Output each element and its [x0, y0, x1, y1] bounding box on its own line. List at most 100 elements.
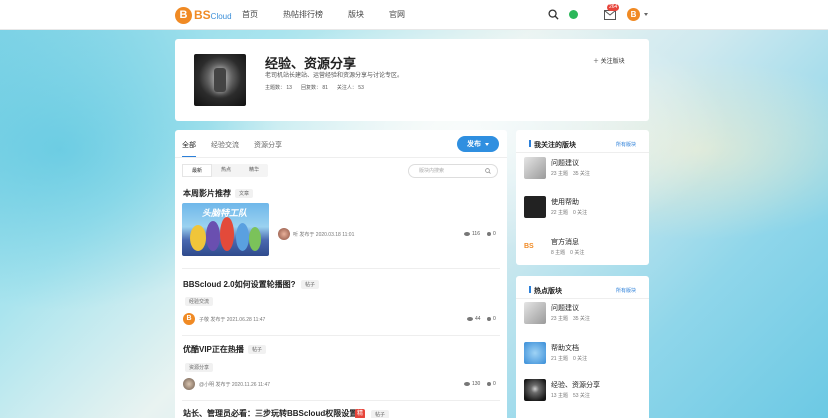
board-counts: 13 主题 53 关注 [551, 393, 590, 399]
view-count: 44 [467, 316, 481, 322]
post-meta: 子敬 发布于 2021.06.28 11:47 [199, 317, 266, 323]
board-thumbnail [524, 342, 546, 364]
stat-replies: 回复数： 81 [300, 85, 328, 91]
site-logo[interactable]: B BSCloud [175, 6, 232, 24]
board-item[interactable]: 问题建议 23 主题 35 关注 [524, 302, 644, 326]
online-status-icon[interactable] [569, 10, 578, 19]
tab-resources[interactable]: 资源分享 [254, 140, 282, 158]
chevron-down-icon[interactable] [644, 13, 648, 16]
sort-latest[interactable]: 最新 [182, 164, 213, 177]
logo-subtext: Cloud [210, 12, 232, 21]
publish-button[interactable]: 发布 [457, 136, 499, 152]
search-icon[interactable] [548, 9, 559, 20]
post-category-tag[interactable]: 资源分享 [185, 363, 214, 372]
board-item[interactable]: BS 官方消息 8 主题 0 关注 [524, 236, 644, 260]
follow-board-button[interactable]: ＋ 关注版块 [593, 56, 625, 65]
post-title[interactable]: BBScloud 2.0如何设置轮播图? [183, 279, 295, 290]
board-search-input[interactable]: 版块内搜索 [408, 164, 498, 178]
logo-mark: B [175, 6, 192, 24]
avatar[interactable] [183, 378, 195, 390]
tab-all[interactable]: 全部 [182, 140, 196, 158]
post-author[interactable]: 听 [293, 232, 298, 238]
comment-count: 0 [487, 381, 496, 387]
eye-icon [464, 382, 470, 386]
forum-description: 老司机站长建站、运营经验和资源分享与讨论专区。 [265, 73, 404, 79]
board-thumbnail [524, 157, 546, 179]
post-meta: 发布于 2020.03.18 11:01 [299, 232, 355, 238]
board-item[interactable]: 经验、资源分享 13 主题 53 关注 [524, 379, 644, 403]
main-nav: 首页 热帖排行榜 版块 官网 [242, 0, 430, 30]
nav-link-official[interactable]: 官网 [389, 0, 405, 30]
message-icon[interactable] [604, 10, 616, 20]
board-counts: 23 主题 35 关注 [551, 316, 590, 322]
board-counts: 8 主题 0 关注 [551, 250, 585, 256]
comment-count: 0 [487, 316, 496, 322]
post-category-tag[interactable]: 经验交流 [185, 297, 214, 306]
board-item[interactable]: 使用帮助 22 主题 0 关注 [524, 196, 644, 220]
avatar[interactable] [278, 228, 290, 240]
board-thumbnail [524, 379, 546, 401]
board-thumbnail [524, 196, 546, 218]
board-name: 帮助文档 [551, 345, 579, 352]
board-name: 经验、资源分享 [551, 382, 600, 389]
post-title[interactable]: 站长、管理员必看：三步玩转BBScloud权限设置 [183, 408, 357, 418]
post-list-card: 全部 经验交流 资源分享 发布 最新 热点 精华 版块内搜索 本周影片推荐 文章… [175, 130, 507, 418]
board-name: 官方消息 [551, 239, 579, 246]
all-boards-link[interactable]: 所有版块 [616, 287, 636, 294]
followed-boards-title: 我关注的版块 [529, 140, 576, 150]
comment-icon [487, 317, 491, 321]
tab-experience[interactable]: 经验交流 [211, 140, 239, 158]
chevron-down-icon [485, 142, 489, 146]
hot-boards-card: 热点版块 所有版块 问题建议 23 主题 35 关注 帮助文档 21 主题 0 … [516, 276, 649, 418]
user-avatar[interactable]: B [627, 8, 640, 21]
board-counts: 22 主题 0 关注 [551, 210, 588, 216]
board-item[interactable]: 问题建议 23 主题 35 关注 [524, 157, 644, 181]
logo-text: BS [194, 8, 211, 22]
comment-icon [487, 382, 491, 386]
featured-badge: 精 [355, 409, 365, 418]
post-type-badge: 帖子 [301, 280, 320, 289]
stat-followers: 关注人： 53 [336, 85, 364, 91]
post-type-badge: 帖子 [371, 410, 390, 418]
board-name: 问题建议 [551, 305, 579, 312]
post-type-badge: 帖子 [248, 345, 267, 354]
eye-icon [467, 317, 473, 321]
stat-topics: 主题数： 13 [265, 85, 292, 91]
post-title[interactable]: 优酷VIP正在热播 [183, 344, 244, 355]
board-item[interactable]: 帮助文档 21 主题 0 关注 [524, 342, 644, 366]
eye-icon [464, 232, 470, 236]
board-name: 使用帮助 [551, 199, 579, 206]
all-boards-link[interactable]: 所有版块 [616, 141, 636, 148]
nav-link-hot[interactable]: 热帖排行榜 [283, 0, 323, 30]
sort-featured[interactable]: 精华 [240, 164, 268, 177]
followed-boards-card: 我关注的版块 所有版块 问题建议 23 主题 35 关注 使用帮助 22 主题 … [516, 130, 649, 265]
board-thumbnail [524, 302, 546, 324]
plus-icon: ＋ [593, 59, 601, 65]
top-navbar: B BSCloud 首页 热帖排行榜 版块 官网 264 B [0, 0, 828, 30]
forum-thumbnail [194, 54, 246, 106]
category-tabs: 全部 经验交流 资源分享 [182, 140, 297, 158]
search-icon[interactable] [485, 168, 491, 174]
view-count: 116 [464, 231, 480, 237]
hot-boards-title: 热点版块 [529, 286, 562, 296]
board-thumbnail: BS [524, 236, 546, 258]
sort-tabs: 最新 热点 精华 [182, 164, 269, 177]
post-cover-image[interactable]: 头脑特工队 [182, 203, 269, 256]
comment-icon [487, 232, 491, 236]
post-title[interactable]: 本周影片推荐 [183, 188, 231, 199]
nav-link-boards[interactable]: 版块 [348, 0, 364, 30]
board-name: 问题建议 [551, 160, 579, 167]
board-counts: 21 主题 0 关注 [551, 356, 588, 362]
post-meta: @小明 发布于 2020.11.26 11:47 [199, 382, 271, 388]
tab-divider [175, 157, 507, 158]
message-count-badge: 264 [607, 4, 620, 11]
nav-link-home[interactable]: 首页 [242, 0, 258, 30]
comment-count: 0 [487, 231, 496, 237]
forum-header-card: 经验、资源分享 老司机站长建站、运营经验和资源分享与讨论专区。 主题数： 13 … [175, 39, 649, 121]
board-counts: 23 主题 35 关注 [551, 171, 590, 177]
avatar[interactable]: B [183, 313, 195, 325]
forum-stats: 主题数： 13 回复数： 81 关注人： 53 [265, 84, 373, 91]
view-count: 130 [464, 381, 480, 387]
post-type-badge: 文章 [235, 189, 254, 198]
sort-hot[interactable]: 热点 [212, 164, 240, 177]
